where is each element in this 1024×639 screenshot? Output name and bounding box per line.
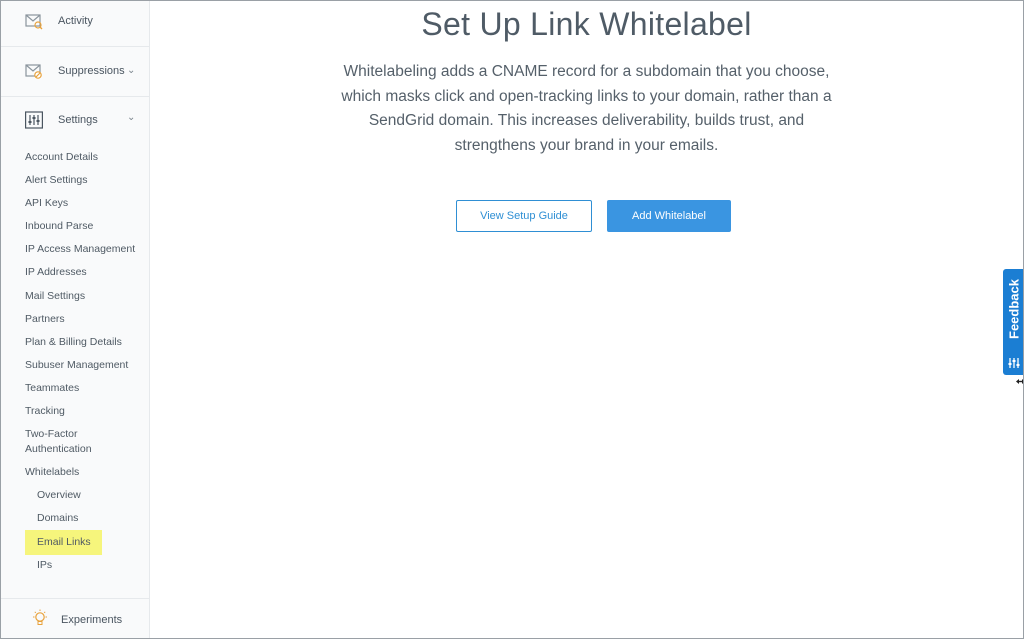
sidebar-item-alert-settings[interactable]: Alert Settings — [25, 173, 87, 188]
sidebar-item-label: Activity — [58, 15, 93, 27]
sidebar-item-label: Suppressions — [58, 65, 125, 77]
sidebar-item-subuser-management[interactable]: Subuser Management — [25, 358, 128, 373]
sidebar-item-teammates[interactable]: Teammates — [25, 381, 79, 396]
sidebar-item-api-keys[interactable]: API Keys — [25, 196, 68, 211]
main-content: Set Up Link Whitelabel Whitelabeling add… — [150, 1, 1023, 638]
sidebar-item-experiments[interactable]: Experiments — [1, 598, 149, 638]
suppressions-icon — [25, 64, 42, 79]
sidebar-item-activity[interactable]: Activity — [1, 1, 149, 41]
sidebar-item-domains[interactable]: Domains — [37, 511, 78, 526]
resize-cursor-icon — [1016, 379, 1023, 384]
sidebar-item-settings[interactable]: Settings ⌄ — [1, 100, 149, 140]
sidebar: Activity Suppressions ⌄ Settings ⌄ Accou… — [1, 1, 150, 638]
sidebar-item-email-links[interactable]: Email Links — [37, 535, 91, 550]
sidebar-item-account-details[interactable]: Account Details — [25, 150, 98, 165]
view-setup-guide-button[interactable]: View Setup Guide — [456, 200, 592, 232]
sidebar-item-mail-settings[interactable]: Mail Settings — [25, 289, 85, 304]
settings-sliders-icon — [25, 111, 43, 129]
chevron-down-icon: ⌄ — [127, 112, 136, 123]
add-whitelabel-button[interactable]: Add Whitelabel — [607, 200, 731, 232]
feedback-label: Feedback — [1006, 279, 1022, 339]
sidebar-item-two-factor[interactable]: Two-Factor — [25, 427, 78, 442]
sidebar-item-tracking[interactable]: Tracking — [25, 404, 65, 419]
sidebar-item-ip-addresses[interactable]: IP Addresses — [25, 265, 87, 280]
sidebar-item-inbound-parse[interactable]: Inbound Parse — [25, 219, 93, 234]
sidebar-item-ips[interactable]: IPs — [37, 558, 52, 573]
feedback-sliders-icon — [1008, 358, 1020, 368]
page-description: Whitelabeling adds a CNAME record for a … — [341, 63, 832, 154]
feedback-tab[interactable]: Feedback — [1003, 269, 1023, 375]
activity-icon — [25, 14, 43, 30]
lightbulb-icon — [33, 609, 47, 625]
sidebar-item-partners[interactable]: Partners — [25, 312, 65, 327]
sidebar-item-plan-billing[interactable]: Plan & Billing Details — [25, 335, 122, 350]
sidebar-item-overview[interactable]: Overview — [37, 488, 81, 503]
divider — [1, 46, 149, 47]
sidebar-item-ip-access-management[interactable]: IP Access Management — [25, 242, 135, 257]
sidebar-item-suppressions[interactable]: Suppressions ⌄ — [1, 51, 149, 91]
sidebar-item-label: Settings — [58, 114, 98, 126]
sidebar-item-label: Experiments — [61, 614, 123, 626]
app-window: Activity Suppressions ⌄ Settings ⌄ Accou… — [0, 0, 1024, 639]
divider — [1, 96, 149, 97]
chevron-down-icon: ⌄ — [127, 65, 136, 76]
sidebar-item-two-factor-authentication[interactable]: Authentication — [25, 442, 92, 457]
page-title: Set Up Link Whitelabel — [421, 6, 752, 42]
sidebar-item-whitelabels[interactable]: Whitelabels — [25, 465, 79, 480]
